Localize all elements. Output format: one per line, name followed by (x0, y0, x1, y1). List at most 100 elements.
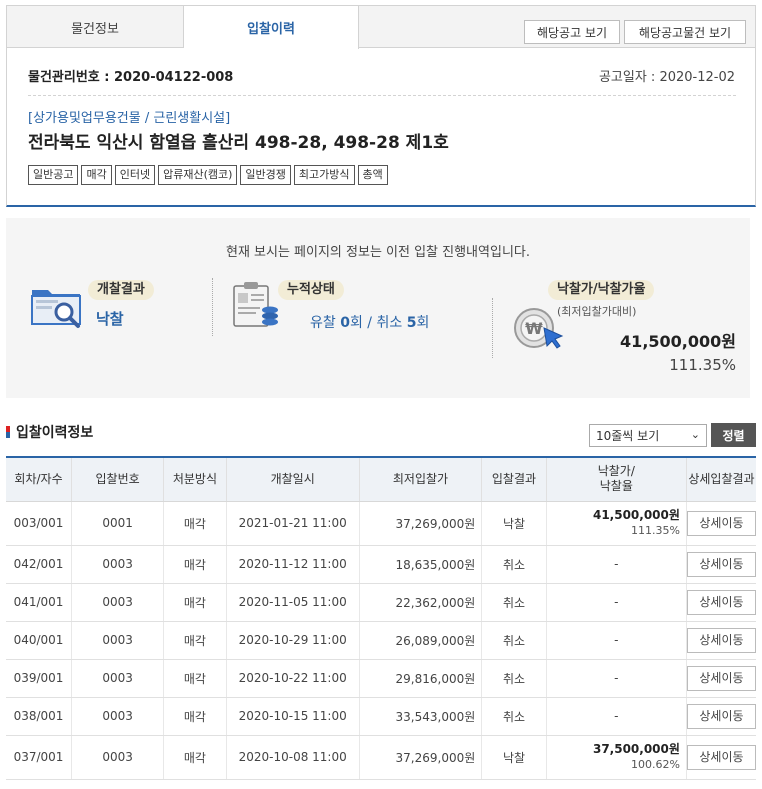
divider (492, 298, 493, 358)
winning-price-cell: - (545, 621, 687, 660)
cancel-count: 5 (406, 315, 417, 331)
winning-price-cell: - (545, 545, 687, 584)
status-badge: 누적상태 (278, 280, 344, 300)
open-date-cell: 2020-10-15 11:00 (225, 697, 360, 736)
detail-button[interactable]: 상세이동 (686, 703, 756, 729)
detail-button[interactable]: 상세이동 (686, 510, 756, 536)
method-cell: 매각 (163, 697, 227, 736)
notice-date: 공고일자 : 2020-12-02 (598, 70, 735, 85)
table-row: 041/001 0003 매각 2020-11-05 11:00 22,362,… (6, 583, 756, 622)
table-row: 042/001 0003 매각 2020-11-12 11:00 18,635,… (6, 545, 756, 584)
price-basis: (최저입찰가대비) (557, 305, 637, 318)
method-cell: 매각 (163, 659, 227, 698)
property-address: 전라북도 익산시 함열읍 흘산리 498-28, 498-28 제1호 (28, 133, 449, 153)
detail-cell: 상세이동 (685, 735, 756, 780)
tab-bid-history[interactable]: 입찰이력 (184, 6, 359, 49)
table-row: 038/001 0003 매각 2020-10-15 11:00 33,543,… (6, 697, 756, 736)
open-date-cell: 2020-10-08 11:00 (225, 735, 360, 780)
result-badge: 개찰결과 (88, 280, 154, 300)
open-date-cell: 2021-01-21 11:00 (225, 501, 360, 546)
winning-price-cell: - (545, 583, 687, 622)
min-price-cell: 33,543,000원 (358, 697, 482, 736)
table-row: 039/001 0003 매각 2020-10-22 11:00 29,816,… (6, 659, 756, 698)
round-cell: 042/001 (6, 545, 72, 584)
round-cell: 040/001 (6, 621, 72, 660)
round-cell: 037/001 (6, 735, 72, 780)
result-value: 낙찰 (96, 310, 124, 328)
col-header: 낙찰가/ 낙찰율 (545, 457, 687, 502)
tab-property-info[interactable]: 물건정보 (7, 6, 184, 48)
tag: 매각 (81, 165, 112, 185)
detail-cell: 상세이동 (685, 621, 756, 660)
view-notice-button[interactable]: 해당공고 보기 (524, 20, 620, 44)
view-notice-items-button[interactable]: 해당공고물건 보기 (624, 20, 746, 44)
cumulative-status: 유찰 0회 / 취소 5회 (310, 315, 430, 331)
winning-price: 41,500,000원 (620, 332, 736, 351)
page-size-select[interactable]: 10줄씩 보기 ⌄ (589, 424, 707, 447)
bid-summary: 현재 보시는 페이지의 정보는 이전 입찰 진행내역입니다. 개찰결과 낙찰 누… (6, 218, 750, 398)
tag-list: 일반공고 매각 인터넷 압류재산(캠코) 일반경쟁 최고가방식 총액 (28, 165, 388, 185)
tag: 일반공고 (28, 165, 79, 185)
fail-count: 0 (340, 315, 350, 331)
winning-price-cell: - (545, 659, 687, 698)
col-header: 처분방식 (163, 457, 227, 502)
detail-button[interactable]: 상세이동 (686, 744, 756, 770)
result-cell: 낙찰 (481, 501, 547, 546)
detail-button[interactable]: 상세이동 (686, 627, 756, 653)
clipboard-coins-icon (233, 282, 278, 327)
open-date-cell: 2020-10-22 11:00 (225, 659, 360, 698)
property-category: [상가용및업무용건물 / 근린생활시설] (28, 111, 231, 126)
bid-history-table: 회차/자수 입찰번호 처분방식 개찰일시 최저입찰가 입찰결과 낙찰가/ 낙찰율… (6, 456, 756, 780)
svg-text:₩: ₩ (525, 319, 543, 338)
min-price-cell: 26,089,000원 (358, 621, 482, 660)
result-cell: 취소 (481, 697, 547, 736)
col-header: 개찰일시 (225, 457, 360, 502)
property-panel: 물건정보 입찰이력 해당공고 보기 해당공고물건 보기 물건관리번호 : 202… (6, 5, 756, 207)
chevron-down-icon: ⌄ (690, 428, 700, 441)
min-price-cell: 37,269,000원 (358, 735, 482, 780)
folder-search-icon (31, 290, 81, 328)
result-cell: 취소 (481, 545, 547, 584)
min-price-cell: 37,269,000원 (358, 501, 482, 546)
detail-cell: 상세이동 (685, 501, 756, 546)
tag: 최고가방식 (293, 165, 355, 185)
method-cell: 매각 (163, 501, 227, 546)
col-header: 입찰결과 (481, 457, 547, 502)
table-row: 003/001 0001 매각 2021-01-21 11:00 37,269,… (6, 501, 756, 546)
winning-price-cell: 41,500,000원 111.35% (545, 501, 687, 546)
bid-number-cell: 0003 (71, 583, 164, 622)
winning-rate: 111.35% (669, 356, 736, 374)
col-header: 상세입찰결과 (685, 457, 756, 502)
bid-number-cell: 0003 (71, 735, 164, 780)
round-cell: 041/001 (6, 583, 72, 622)
detail-button[interactable]: 상세이동 (686, 665, 756, 691)
result-cell: 취소 (481, 621, 547, 660)
winning-price-cell: - (545, 697, 687, 736)
divider (28, 95, 736, 96)
col-header: 입찰번호 (71, 457, 164, 502)
tag: 일반경쟁 (240, 165, 291, 185)
sort-button[interactable]: 정렬 (711, 423, 756, 447)
winning-price-cell: 37,500,000원 100.62% (545, 735, 687, 780)
tag: 총액 (357, 165, 388, 185)
detail-cell: 상세이동 (685, 659, 756, 698)
table-header-row: 회차/자수 입찰번호 처분방식 개찰일시 최저입찰가 입찰결과 낙찰가/ 낙찰율… (6, 457, 756, 502)
bid-number-cell: 0001 (71, 501, 164, 546)
management-number: 물건관리번호 : 2020-04122-008 (28, 70, 234, 85)
method-cell: 매각 (163, 735, 227, 780)
result-cell: 취소 (481, 583, 547, 622)
tag: 인터넷 (114, 165, 156, 185)
min-price-cell: 18,635,000원 (358, 545, 482, 584)
method-cell: 매각 (163, 583, 227, 622)
detail-button[interactable]: 상세이동 (686, 589, 756, 615)
section-title: 입찰이력정보 (6, 422, 93, 442)
round-cell: 003/001 (6, 501, 72, 546)
detail-button[interactable]: 상세이동 (686, 551, 756, 577)
history-notice-message: 현재 보시는 페이지의 정보는 이전 입찰 진행내역입니다. (225, 245, 530, 260)
tag: 압류재산(캠코) (158, 165, 238, 185)
method-cell: 매각 (163, 545, 227, 584)
round-cell: 038/001 (6, 697, 72, 736)
col-header: 최저입찰가 (358, 457, 482, 502)
result-cell: 취소 (481, 659, 547, 698)
open-date-cell: 2020-11-12 11:00 (225, 545, 360, 584)
